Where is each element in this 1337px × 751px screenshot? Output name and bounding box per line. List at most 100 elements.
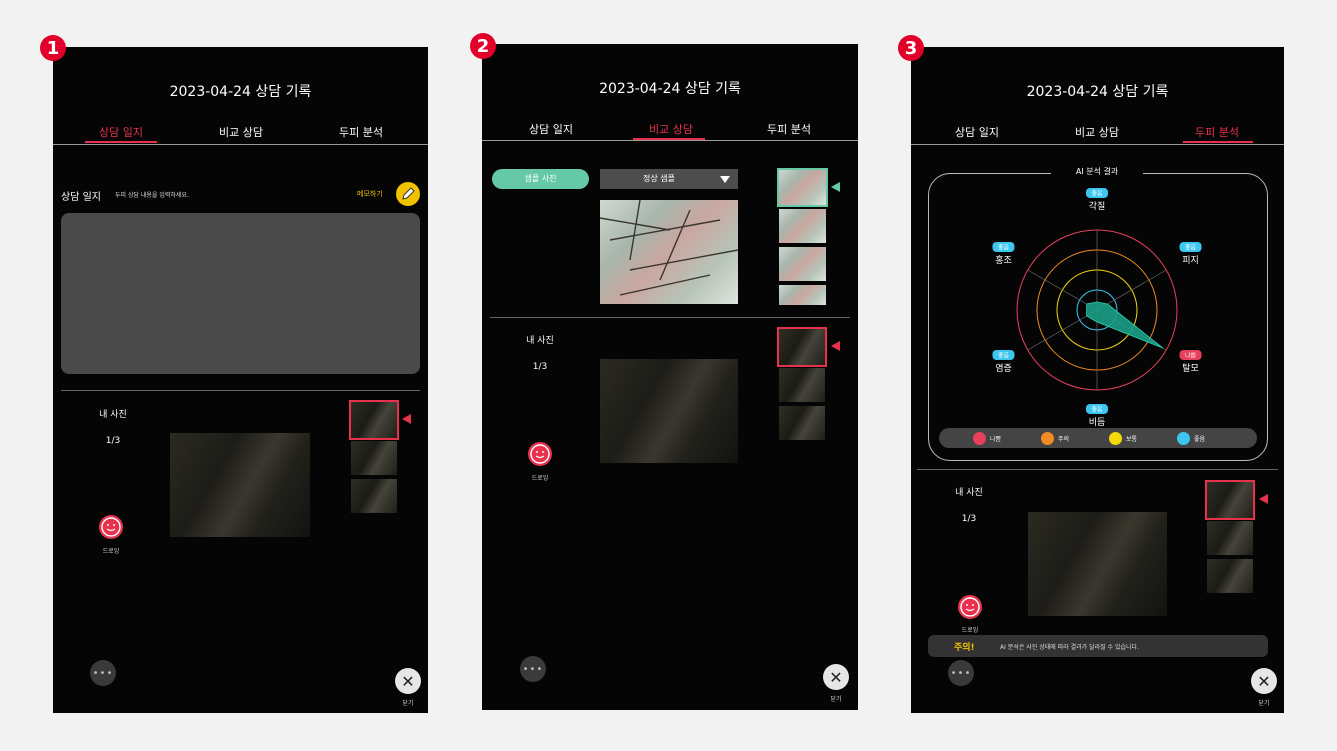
sample-thumb-3[interactable] — [779, 247, 826, 281]
section-divider — [61, 390, 420, 391]
memo-label[interactable]: 메모하기 — [357, 189, 383, 199]
radar-axis-탈모: 나쁨탈모 — [1179, 350, 1202, 374]
section-divider — [490, 317, 850, 318]
photo-thumb-2[interactable] — [779, 368, 825, 402]
close-icon: ✕ — [401, 671, 415, 691]
photo-counter: 1/3 — [105, 436, 121, 446]
radar-axis-홍조: 좋음홍조 — [992, 242, 1015, 266]
selected-thumb-arrow — [1259, 494, 1268, 504]
tab-journal[interactable]: 상담 일지 — [511, 121, 591, 137]
tab-compare[interactable]: 비교 상담 — [631, 121, 711, 137]
selected-sample-arrow — [831, 182, 840, 192]
journal-textarea[interactable] — [61, 213, 420, 374]
tab-scalp-analysis[interactable]: 두피 분석 — [321, 124, 401, 140]
photo-counter: 1/3 — [532, 362, 548, 372]
more-button[interactable]: ••• — [90, 660, 116, 686]
axis-label: 염증 — [995, 363, 1012, 374]
panel-scalp-analysis: 2023-04-24 상담 기록 상담 일지 비교 상담 두피 분석 AI 분석… — [911, 47, 1284, 713]
journal-label: 상담 일지 — [61, 192, 101, 203]
step-badge-2: 2 — [470, 33, 496, 59]
smiley-icon — [530, 444, 550, 464]
drawing-button[interactable] — [958, 595, 982, 619]
close-label: 닫기 — [1258, 700, 1270, 707]
close-icon: ✕ — [1257, 671, 1271, 691]
notice-text: AI 분석은 사진 상태에 따라 결과가 달라질 수 있습니다. — [1000, 644, 1139, 651]
photo-thumb-3[interactable] — [1207, 559, 1253, 593]
tab-compare[interactable]: 비교 상담 — [201, 124, 281, 140]
photo-thumb-1[interactable] — [349, 400, 399, 440]
sample-thumb-4[interactable] — [779, 285, 826, 305]
legend-item: 좋음 — [1177, 431, 1205, 445]
page-title: 2023-04-24 상담 기록 — [599, 81, 741, 97]
legend-dot — [1177, 431, 1190, 445]
tab-scalp-analysis[interactable]: 두피 분석 — [749, 121, 829, 137]
tab-active-indicator — [1183, 141, 1253, 143]
sample-photo-main[interactable] — [600, 200, 738, 304]
photo-thumb-2[interactable] — [1207, 521, 1253, 555]
tab-active-indicator — [85, 141, 157, 143]
status-pill-text: 좋음 — [998, 245, 1010, 252]
sample-select-value: 정상 샘플 — [643, 174, 675, 183]
status-pill-text: 좋음 — [998, 353, 1010, 360]
close-button[interactable]: ✕ — [823, 664, 849, 690]
legend-item: 주의 — [1041, 431, 1069, 445]
step-badge-3: 3 — [898, 35, 924, 61]
legend-item: 보통 — [1109, 431, 1137, 445]
status-pill-text: 나쁨 — [1185, 352, 1197, 360]
close-button[interactable]: ✕ — [395, 668, 421, 694]
photo-thumb-1[interactable] — [777, 327, 827, 367]
legend-label: 나쁨 — [990, 435, 1002, 443]
legend-bar: 나쁨 주의 보통 좋음 — [939, 428, 1257, 448]
photo-thumb-3[interactable] — [779, 406, 825, 440]
legend-label: 좋음 — [1194, 435, 1206, 443]
tab-divider — [911, 144, 1284, 145]
radar-axis-피지: 좋음피지 — [1179, 242, 1202, 266]
drawing-label: 드로잉 — [531, 475, 549, 482]
drawing-label: 드로잉 — [961, 627, 979, 634]
drawing-button[interactable] — [99, 515, 123, 539]
my-photo-main[interactable] — [170, 433, 310, 537]
legend-label: 주의 — [1058, 435, 1070, 443]
panel-consult-journal: 2023-04-24 상담 기록 상담 일지 비교 상담 두피 분석 상담 일지… — [53, 47, 428, 713]
more-button[interactable]: ••• — [520, 656, 546, 682]
photo-thumb-1[interactable] — [1205, 480, 1255, 520]
legend-label: 보통 — [1126, 435, 1138, 443]
sample-thumb-1[interactable] — [777, 168, 828, 207]
axis-label: 홍조 — [995, 254, 1012, 266]
ai-result-title: AI 분석 결과 — [1051, 166, 1143, 177]
photo-thumb-3[interactable] — [351, 479, 397, 513]
axis-label: 각질 — [1089, 200, 1106, 212]
selected-thumb-arrow — [402, 414, 411, 424]
drawing-button[interactable] — [528, 442, 552, 466]
photo-thumb-2[interactable] — [351, 441, 397, 475]
sample-select[interactable]: 정상 샘플 — [600, 169, 738, 189]
close-icon: ✕ — [829, 667, 843, 687]
axis-label: 피지 — [1182, 255, 1199, 266]
tab-divider — [482, 140, 858, 141]
axis-label: 탈모 — [1182, 363, 1199, 374]
tab-compare[interactable]: 비교 상담 — [1057, 124, 1137, 140]
axis-label: 비듬 — [1089, 417, 1106, 428]
legend-dot — [1041, 431, 1054, 445]
memo-button[interactable] — [396, 182, 420, 206]
my-photo-label: 내 사진 — [955, 488, 983, 498]
status-pill-text: 좋음 — [1091, 191, 1103, 198]
smiley-icon — [960, 597, 980, 617]
sample-photo-button[interactable]: 샘플 사진 — [492, 169, 589, 189]
photo-counter: 1/3 — [961, 514, 977, 524]
selected-thumb-arrow — [831, 341, 840, 351]
radar-axis-각질: 좋음각질 — [1086, 188, 1108, 212]
close-label: 닫기 — [830, 696, 842, 703]
close-button[interactable]: ✕ — [1251, 668, 1277, 694]
my-photo-main[interactable] — [600, 359, 738, 463]
my-photo-main[interactable] — [1028, 512, 1167, 616]
journal-hint: 두피 상담 내용을 입력하세요. — [115, 192, 189, 199]
more-button[interactable]: ••• — [948, 660, 974, 686]
step-badge-1: 1 — [40, 35, 66, 61]
close-label: 닫기 — [402, 700, 414, 707]
legend-dot — [973, 431, 986, 445]
tab-journal[interactable]: 상담 일지 — [81, 124, 161, 140]
tab-journal[interactable]: 상담 일지 — [937, 124, 1017, 140]
tab-scalp-analysis[interactable]: 두피 분석 — [1177, 124, 1257, 140]
sample-thumb-2[interactable] — [779, 209, 826, 243]
